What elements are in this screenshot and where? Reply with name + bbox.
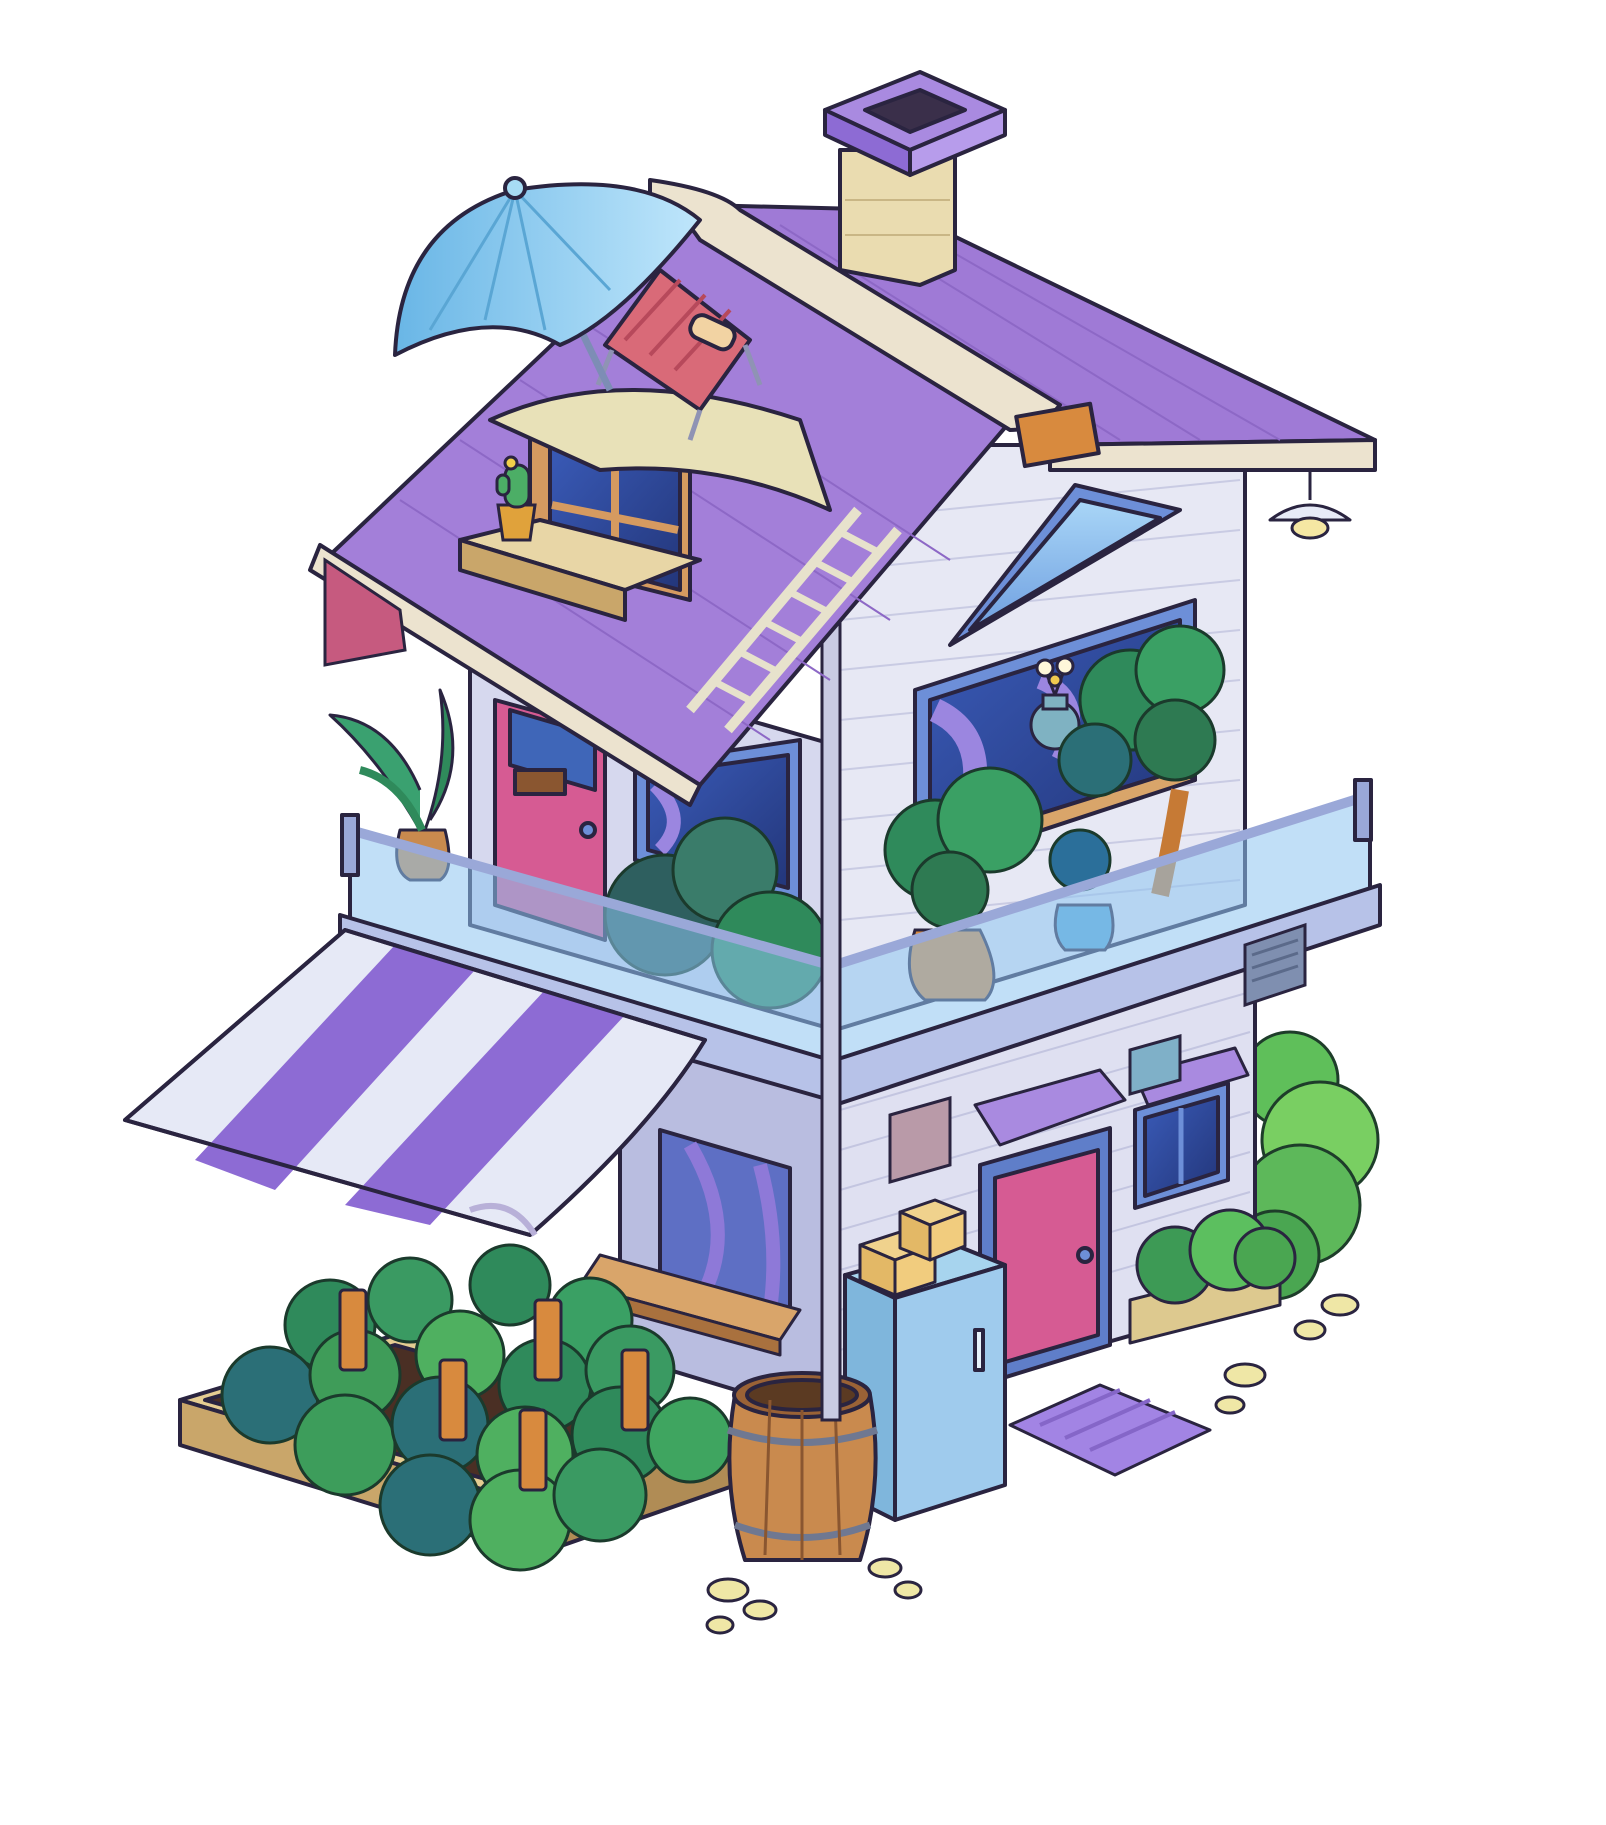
barrel [726,1371,879,1562]
doormat [1008,1383,1212,1477]
isometric-house-scene [123,70,1382,1635]
drain-pipe [820,558,842,1422]
hanging-lamp [1268,470,1352,540]
